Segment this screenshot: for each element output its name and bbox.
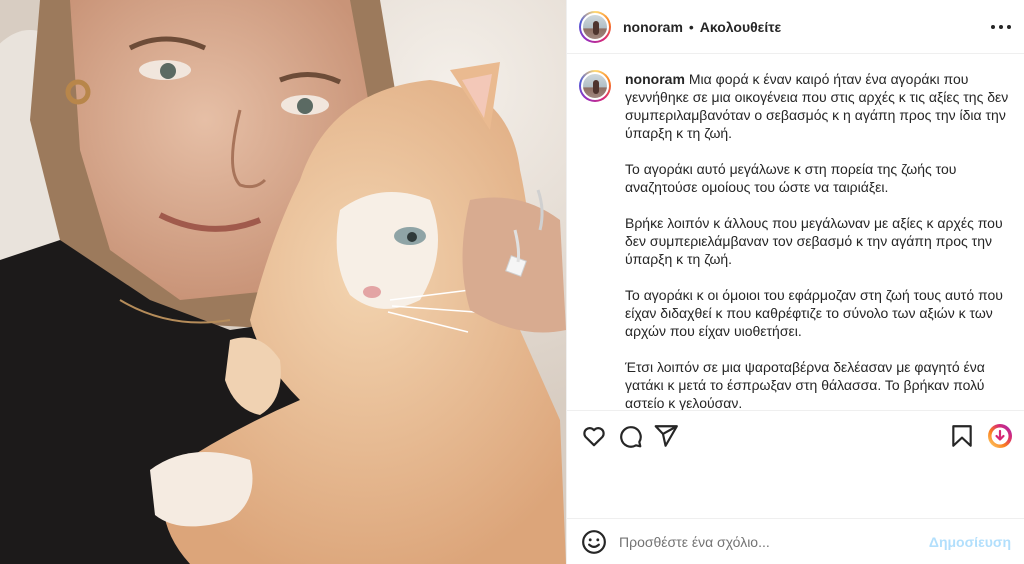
bookmark-icon — [952, 425, 972, 447]
avatar[interactable] — [579, 10, 611, 43]
save-button[interactable] — [949, 423, 975, 449]
extension-button[interactable] — [987, 423, 1013, 449]
post-sidebar: nonoram • Ακολουθείτε nonoram Μια φορά κ … — [566, 0, 1024, 564]
post-caption: nonoram Μια φορά κ έναν καιρό ήταν ένα αγ… — [625, 70, 1009, 411]
photo-woman-with-cat — [0, 0, 566, 564]
more-dot — [1007, 25, 1011, 29]
caption-paragraph: nonoram Μια φορά κ έναν καιρό ήταν ένα αγ… — [625, 70, 1009, 142]
send-icon — [654, 425, 678, 447]
share-button[interactable] — [653, 423, 679, 449]
emoji-button[interactable] — [581, 529, 607, 555]
like-button[interactable] — [581, 423, 607, 449]
header-separator: • — [688, 18, 694, 35]
heart-icon — [583, 427, 605, 447]
more-dot — [999, 25, 1003, 29]
action-bar — [567, 410, 1024, 462]
caption-paragraph: Το αγοράκι αυτό μεγάλωνε κ στη πορεία τη… — [625, 161, 957, 195]
caption-username[interactable]: nonoram — [625, 71, 685, 87]
more-options-button[interactable] — [991, 18, 1011, 36]
caption-paragraph: Έτσι λοιπόν σε μια ψαροταβέρνα δελέασαν … — [625, 359, 985, 411]
post-header: nonoram • Ακολουθείτε — [567, 0, 1024, 54]
comment-button[interactable] — [617, 423, 643, 449]
emoji-icon — [582, 529, 606, 554]
instagram-post-view: nonoram • Ακολουθείτε nonoram Μια φορά κ … — [0, 0, 1024, 564]
add-comment-bar: Δημοσίευση — [567, 518, 1024, 564]
post-photo[interactable] — [0, 0, 566, 564]
header-username[interactable]: nonoram — [623, 19, 683, 35]
more-horizontal-icon — [991, 25, 995, 29]
caption-paragraph: Βρήκε λοιπόν κ άλλους που μεγάλωναν με α… — [625, 215, 1003, 267]
comment-icon — [620, 426, 642, 448]
post-comment-button[interactable]: Δημοσίευση — [929, 534, 1011, 550]
following-status[interactable]: Ακολουθείτε — [700, 19, 781, 35]
caption-avatar[interactable] — [579, 70, 611, 102]
download-badge-icon — [988, 424, 1012, 448]
caption-area: nonoram Μια φορά κ έναν καιρό ήταν ένα αγ… — [567, 54, 1024, 411]
comment-input[interactable] — [619, 533, 919, 550]
caption-paragraph: Το αγοράκι κ οι όμοιοι του εφάρμοζαν στη… — [625, 287, 1003, 339]
